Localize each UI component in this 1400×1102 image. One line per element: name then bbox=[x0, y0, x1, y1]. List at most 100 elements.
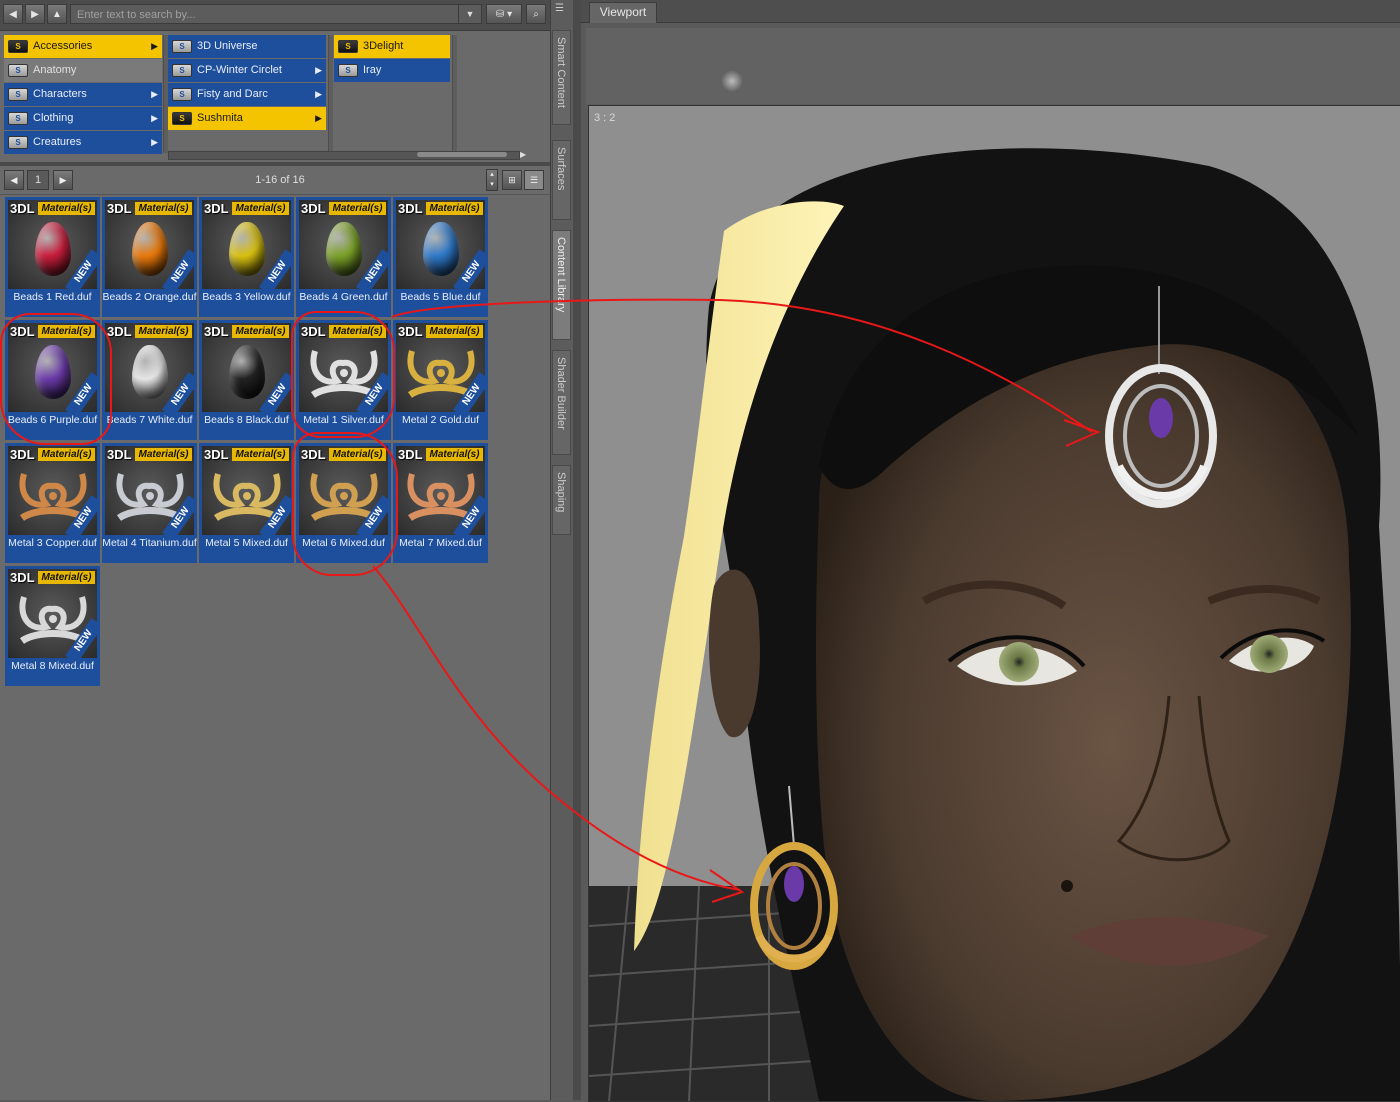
type-badge: Material(s) bbox=[232, 325, 289, 338]
annotation-circle bbox=[291, 311, 395, 438]
category-column-1: S Accessories ▶ S Anatomy S Characters ▶ S Clothi… bbox=[4, 35, 162, 155]
column-divider[interactable] bbox=[452, 35, 457, 153]
category-clothing[interactable]: S Clothing ▶ bbox=[4, 107, 162, 130]
search-history-dropdown[interactable]: ▼ bbox=[458, 5, 481, 23]
expand-arrow-icon: ▶ bbox=[151, 89, 158, 99]
category-label: Clothing bbox=[33, 112, 74, 124]
content-tile[interactable]: 3DL Material(s) NEW Beads 1 Red.duf bbox=[5, 197, 100, 317]
category-characters[interactable]: S Characters ▶ bbox=[4, 83, 162, 106]
type-badge: Material(s) bbox=[329, 202, 386, 215]
content-tile[interactable]: 3DL Material(s) NEW Metal 4 Titanium.duf bbox=[102, 443, 197, 563]
content-tile[interactable]: 3DL Material(s) NEW Metal 7 Mixed.duf bbox=[393, 443, 488, 563]
engine-badge: 3DL bbox=[10, 447, 35, 462]
engine-badge: 3DL bbox=[107, 447, 132, 462]
tab-shader-builder[interactable]: Shader Builder bbox=[552, 350, 571, 455]
tile-label: Metal 7 Mixed.duf bbox=[399, 537, 482, 549]
ear bbox=[709, 569, 760, 738]
tile-thumbnail: 3DL Material(s) NEW bbox=[202, 200, 291, 289]
tile-thumbnail: 3DL Material(s) NEW bbox=[299, 200, 388, 289]
panel-menu-icon[interactable]: ☰ bbox=[555, 3, 567, 15]
category-label: Fisty and Darc bbox=[197, 88, 268, 100]
content-tile[interactable]: 3DL Material(s) NEW Metal 5 Mixed.duf bbox=[199, 443, 294, 563]
engine-badge: 3DL bbox=[398, 201, 423, 216]
search-button[interactable]: ⌕ bbox=[526, 4, 546, 24]
tab-viewport[interactable]: Viewport bbox=[589, 2, 657, 23]
tab-shaping[interactable]: Shaping bbox=[552, 465, 571, 535]
category-3d-universe[interactable]: S 3D Universe bbox=[168, 35, 326, 58]
chevron-down-icon: ▼ bbox=[465, 9, 475, 19]
right-iris bbox=[1250, 635, 1288, 673]
previous-page-button[interactable]: ◀ bbox=[4, 170, 24, 190]
expand-arrow-icon: ▶ bbox=[315, 89, 322, 99]
tile-label: Metal 3 Copper.duf bbox=[8, 537, 97, 549]
content-tile[interactable]: 3DL Material(s) NEW Beads 5 Blue.duf bbox=[393, 197, 488, 317]
type-badge: Material(s) bbox=[232, 448, 289, 461]
viewport-top-area bbox=[586, 28, 1400, 104]
forward-button[interactable]: ▶ bbox=[25, 4, 45, 24]
bead-drop-icon bbox=[35, 222, 71, 276]
category-3delight[interactable]: S 3Delight bbox=[334, 35, 450, 58]
annotation-circle bbox=[292, 432, 398, 576]
bead-drop-icon bbox=[326, 222, 362, 276]
tile-thumbnail: 3DL Material(s) NEW bbox=[105, 446, 194, 535]
category-sushmita[interactable]: S Sushmita ▶ bbox=[168, 107, 326, 130]
tile-label: Metal 8 Mixed.duf bbox=[11, 660, 94, 672]
bead-drop-icon bbox=[229, 345, 265, 399]
engine-badge: 3DL bbox=[204, 447, 229, 462]
size-stepper[interactable]: ▴ ▾ bbox=[486, 169, 498, 191]
category-cp-winter-circlet[interactable]: S CP-Winter Circlet ▶ bbox=[168, 59, 326, 82]
arrow-up-icon: ▲ bbox=[52, 9, 62, 20]
category-label: Anatomy bbox=[33, 64, 77, 76]
tab-content-library[interactable]: Content Library bbox=[552, 230, 571, 340]
engine-badge: 3DL bbox=[204, 201, 229, 216]
content-tile[interactable]: 3DL Material(s) NEW Beads 7 White.duf bbox=[102, 320, 197, 440]
content-tile[interactable]: 3DL Material(s) NEW Beads 2 Orange.duf bbox=[102, 197, 197, 317]
content-tile[interactable]: 3DL Material(s) NEW Beads 3 Yellow.duf bbox=[199, 197, 294, 317]
content-tile[interactable]: 3DL Material(s) NEW Metal 3 Copper.duf bbox=[5, 443, 100, 563]
arrow-left-icon: ◀ bbox=[9, 9, 17, 20]
scroll-right-icon[interactable]: ▶ bbox=[520, 150, 526, 159]
viewport-area: 3 : 2 bbox=[581, 23, 1400, 1102]
category-iray[interactable]: S Iray bbox=[334, 59, 450, 82]
category-horizontal-scrollbar[interactable] bbox=[168, 151, 520, 160]
tile-label: Beads 7 White.duf bbox=[106, 414, 193, 426]
column-divider[interactable] bbox=[328, 35, 333, 153]
icon-view-button[interactable]: ⊞ bbox=[502, 170, 522, 190]
category-anatomy[interactable]: S Anatomy bbox=[4, 59, 162, 82]
category-browser: S Accessories ▶ S Anatomy S Characters ▶ S Clothi… bbox=[0, 31, 550, 161]
folder-icon: S bbox=[8, 40, 28, 53]
content-tile[interactable]: 3DL Material(s) NEW Beads 8 Black.duf bbox=[199, 320, 294, 440]
bead-drop-icon bbox=[132, 345, 168, 399]
database-button[interactable]: ⛁ ▾ bbox=[486, 4, 522, 24]
category-creatures[interactable]: S Creatures ▶ bbox=[4, 131, 162, 154]
search-input[interactable] bbox=[75, 7, 459, 23]
folder-icon: S bbox=[172, 112, 192, 125]
engine-badge: 3DL bbox=[301, 201, 326, 216]
category-label: Creatures bbox=[33, 136, 82, 148]
engine-badge: 3DL bbox=[10, 570, 35, 585]
tab-surfaces[interactable]: Surfaces bbox=[552, 140, 571, 220]
render-frame[interactable]: 3 : 2 bbox=[588, 105, 1400, 1102]
next-page-button[interactable]: ▶ bbox=[53, 170, 73, 190]
type-badge: Material(s) bbox=[38, 571, 95, 584]
content-tile[interactable]: 3DL Material(s) NEW Beads 4 Green.duf bbox=[296, 197, 391, 317]
tile-label: Beads 3 Yellow.duf bbox=[202, 291, 291, 303]
category-fisty-and-darc[interactable]: S Fisty and Darc ▶ bbox=[168, 83, 326, 106]
category-accessories[interactable]: S Accessories ▶ bbox=[4, 35, 162, 58]
up-button[interactable]: ▲ bbox=[47, 4, 67, 24]
list-view-icon: ☰ bbox=[529, 175, 539, 185]
tile-label: Metal 2 Gold.duf bbox=[401, 414, 480, 426]
back-button[interactable]: ◀ bbox=[3, 4, 23, 24]
bead-drop-icon bbox=[423, 222, 459, 276]
content-tile[interactable]: 3DL Material(s) NEW Metal 2 Gold.duf bbox=[393, 320, 488, 440]
list-view-button[interactable]: ☰ bbox=[524, 170, 544, 190]
expand-arrow-icon: ▶ bbox=[315, 113, 322, 123]
category-label: Sushmita bbox=[197, 112, 243, 124]
tab-smart-content[interactable]: Smart Content bbox=[552, 30, 571, 125]
pane-divider[interactable] bbox=[573, 0, 581, 1100]
tile-label: Metal 4 Titanium.duf bbox=[102, 537, 197, 549]
scrollbar-thumb[interactable] bbox=[417, 152, 507, 157]
content-tile[interactable]: 3DL Material(s) NEW Metal 8 Mixed.duf bbox=[5, 566, 100, 686]
page-number[interactable]: 1 bbox=[27, 170, 49, 190]
tile-thumbnail: 3DL Material(s) NEW bbox=[396, 323, 485, 412]
